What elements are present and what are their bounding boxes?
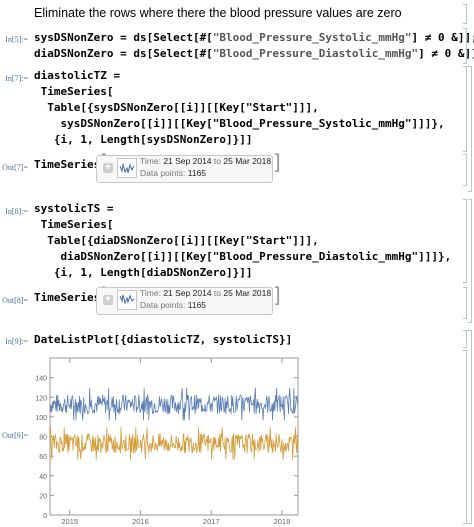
input-label: In[9]:=	[5, 337, 28, 346]
time-range: Time: 21 Sep 2014 to 25 Mar 2018	[140, 288, 272, 298]
y-tick-label: 140	[35, 376, 47, 383]
cell-bracket[interactable]	[463, 66, 467, 152]
output-label: Out[7]=	[2, 163, 28, 172]
y-tick-label: 20	[39, 493, 47, 500]
output-label: Out[8]=	[2, 296, 28, 305]
group-bracket[interactable]	[468, 66, 472, 192]
cell-bracket[interactable]	[463, 287, 467, 319]
group-bracket[interactable]	[468, 199, 472, 323]
timeseries-thumbnail-icon	[117, 158, 137, 178]
x-tick-label: 2017	[203, 517, 220, 525]
data-points: Data points: 1165	[140, 168, 207, 178]
x-tick-label: 2015	[61, 517, 78, 525]
cell-bracket[interactable]	[463, 28, 467, 64]
expand-plus-icon[interactable]: +	[103, 295, 113, 305]
input-label: In[7]:=	[5, 74, 28, 83]
cell-bracket[interactable]	[463, 154, 467, 186]
cell-bracket[interactable]	[463, 199, 467, 283]
output-label: Out[9]=	[2, 431, 28, 440]
y-tick-label: 120	[35, 395, 47, 402]
x-tick-label: 2018	[274, 517, 291, 525]
plot-series	[49, 387, 299, 460]
time-range: Time: 21 Sep 2014 to 25 Mar 2018	[140, 156, 272, 166]
date-list-plot: 0 20 40 60 80 100 120 140 2015 2016 2017 2018	[35, 357, 299, 525]
group-bracket[interactable]	[468, 330, 472, 524]
series-line-lower	[49, 427, 299, 460]
y-tick-label: 80	[39, 435, 47, 442]
y-tick-label: 40	[39, 474, 47, 481]
timeseries-head: TimeSeries	[34, 291, 101, 304]
code-block-in9[interactable]: DateListPlot[{diastolicTZ, systolicTS}]	[34, 332, 292, 348]
cell-bracket[interactable]	[463, 350, 467, 524]
text-cell-header: Eliminate the rows where there the blood…	[34, 6, 402, 20]
y-tick-label: 0	[43, 513, 47, 520]
code-block-in8[interactable]: systolicTS = TimeSeries[ Table[{diaDSNon…	[34, 201, 451, 281]
code-block-in5[interactable]: sysDSNonZero = ds[Select[#["Blood_Pressu…	[34, 30, 474, 62]
x-tick-label: 2016	[132, 517, 149, 525]
close-bracket: ]	[273, 283, 281, 307]
timeseries-thumbnail-icon	[117, 290, 137, 310]
y-tick-label: 100	[35, 415, 47, 422]
timeseries-head: TimeSeries	[34, 158, 101, 171]
input-label: In[5]:=	[5, 35, 28, 44]
cell-bracket[interactable]	[463, 330, 467, 348]
close-bracket: ]	[273, 150, 281, 174]
cell-bracket[interactable]	[463, 4, 467, 24]
series-line-upper	[49, 387, 299, 421]
expand-plus-icon[interactable]: +	[103, 163, 113, 173]
code-block-in7[interactable]: diastolicTZ = TimeSeries[ Table[{sysDSNo…	[34, 68, 445, 148]
input-label: In[8]:=	[5, 207, 28, 216]
data-points: Data points: 1165	[140, 300, 207, 310]
y-tick-label: 60	[39, 454, 47, 461]
